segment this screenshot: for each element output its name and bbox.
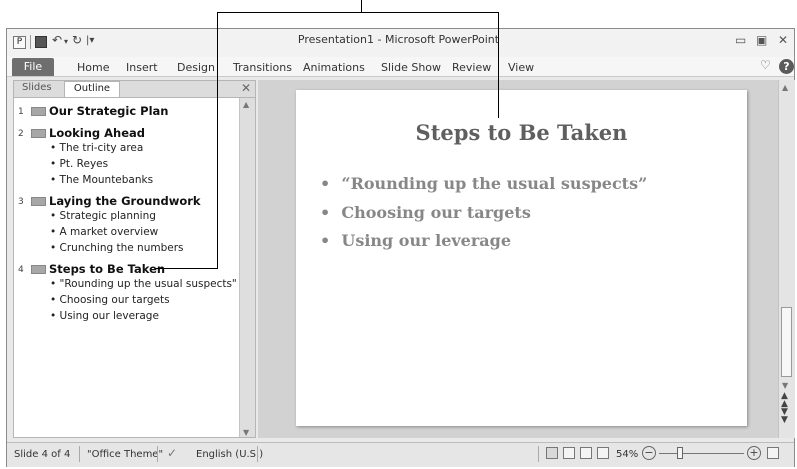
outline-bullet[interactable]: • The Mountebanks <box>50 174 153 186</box>
outline-bullet-text: "Rounding up the usual suspects" <box>59 278 237 290</box>
tab-home[interactable]: Home <box>77 61 109 74</box>
outline-bullet-text: Pt. Reyes <box>59 158 109 170</box>
outline-bullet[interactable]: • Using our leverage <box>50 310 159 322</box>
outline-bullet[interactable]: • Crunching the numbers <box>50 242 184 254</box>
bullet-marker: • <box>320 203 331 222</box>
tab-transitions[interactable]: Transitions <box>233 61 292 74</box>
outline-bullet-text: The Mountebanks <box>59 174 154 186</box>
scroll-down-icon[interactable]: ▼ <box>782 381 788 390</box>
outline-slide-number: 2 <box>18 129 24 139</box>
status-separator <box>538 446 539 462</box>
theme-name[interactable]: "Office Theme" <box>87 449 163 460</box>
slide-bullet-text: Choosing our targets <box>341 203 531 222</box>
outline-slide-title[interactable]: Looking Ahead <box>49 126 145 140</box>
zoom-in-icon[interactable]: + <box>747 446 761 460</box>
outline-slide-title[interactable]: Our Strategic Plan <box>49 104 168 118</box>
spell-check-icon[interactable]: ✓ <box>167 446 177 460</box>
slide-bullet[interactable]: • “Rounding up the usual suspects” <box>320 174 647 193</box>
slide-icon[interactable] <box>31 129 46 138</box>
outline-slide-number: 3 <box>18 197 24 207</box>
zoom-slider-thumb[interactable] <box>677 447 683 459</box>
outline-bullet[interactable]: • Pt. Reyes <box>50 158 108 170</box>
tab-review[interactable]: Review <box>452 61 491 74</box>
bullet-marker: • <box>320 231 331 250</box>
slide-show-icon[interactable] <box>597 447 609 459</box>
tab-design[interactable]: Design <box>177 61 215 74</box>
outline-bullet[interactable]: • A market overview <box>50 226 158 238</box>
next-slide-icon[interactable]: ▼ ▼ <box>781 408 788 425</box>
tab-slides[interactable]: Slides <box>22 82 52 93</box>
minimize-ribbon-icon[interactable]: ♡ <box>760 58 771 72</box>
tab-file[interactable]: File <box>12 58 54 76</box>
slide-indicator[interactable]: Slide 4 of 4 <box>14 449 70 460</box>
callout-line <box>156 268 218 269</box>
outline-bullet[interactable]: • Choosing our targets <box>50 294 170 306</box>
scroll-down-icon[interactable]: ▼ <box>243 428 249 437</box>
outline-bullet-text: Using our leverage <box>59 310 159 322</box>
callout-line <box>217 12 499 13</box>
bullet-marker: • <box>320 174 331 193</box>
outline-bullet[interactable]: • The tri-city area <box>50 142 143 154</box>
tab-view[interactable]: View <box>508 61 534 74</box>
outline-slide-number: 4 <box>18 265 24 275</box>
slide-icon[interactable] <box>31 265 46 274</box>
fit-to-window-icon[interactable] <box>767 447 779 459</box>
close-button[interactable]: ✕ <box>778 33 788 47</box>
callout-line <box>498 12 499 118</box>
slide-icon[interactable] <box>31 197 46 206</box>
scroll-up-icon[interactable]: ▲ <box>243 100 249 109</box>
callout-line <box>361 0 362 12</box>
slide-title[interactable]: Steps to Be Taken <box>296 120 747 145</box>
slide-bullet[interactable]: • Using our leverage <box>320 231 511 250</box>
tab-outline[interactable]: Outline <box>64 81 120 97</box>
tab-slide-show[interactable]: Slide Show <box>381 61 441 74</box>
tab-insert[interactable]: Insert <box>126 61 158 74</box>
slide-bullet-text: Using our leverage <box>341 231 512 250</box>
tab-animations[interactable]: Animations <box>303 61 365 74</box>
zoom-level[interactable]: 54% <box>616 449 638 460</box>
slide-bullet-text: “Rounding up the usual suspects” <box>341 174 648 193</box>
status-separator <box>157 446 158 462</box>
reading-view-icon[interactable] <box>580 447 592 459</box>
zoom-slider-track[interactable] <box>659 453 744 454</box>
slide-sorter-icon[interactable] <box>563 447 575 459</box>
window-title: Presentation1 - Microsoft PowerPoint <box>297 33 500 46</box>
close-pane-icon[interactable]: ✕ <box>241 81 251 95</box>
outline-slide-title[interactable]: Laying the Groundwork <box>49 194 201 208</box>
zoom-out-icon[interactable]: − <box>642 446 656 460</box>
outline-bullet-text: The tri-city area <box>59 142 144 154</box>
slide-icon[interactable] <box>31 107 46 116</box>
language-indicator[interactable]: English (U.S.) <box>196 449 263 460</box>
outline-bullet-text: A market overview <box>59 226 159 238</box>
outline-bullet-text: Strategic planning <box>59 210 156 222</box>
outline-scrollbar[interactable] <box>239 98 255 437</box>
outline-bullet-text: Choosing our targets <box>59 294 170 306</box>
minimize-button[interactable]: ▭ <box>735 33 746 47</box>
scroll-up-icon[interactable]: ▲ <box>782 83 788 92</box>
help-icon[interactable]: ? <box>779 59 794 74</box>
previous-slide-icon[interactable]: ▲ ▲ <box>781 392 788 409</box>
callout-line <box>217 12 218 268</box>
status-separator <box>257 446 258 462</box>
outline-slide-number: 1 <box>18 107 24 117</box>
outline-slide-title[interactable]: Steps to Be Taken <box>49 262 165 276</box>
slide-bullet[interactable]: • Choosing our targets <box>320 203 531 222</box>
outline-bullet-text: Crunching the numbers <box>59 242 184 254</box>
scroll-thumb[interactable] <box>781 307 792 377</box>
status-separator <box>79 446 80 462</box>
normal-view-icon[interactable] <box>546 447 558 459</box>
outline-bullet[interactable]: • Strategic planning <box>50 210 156 222</box>
maximize-button[interactable]: ▣ <box>756 33 767 47</box>
outline-bullet[interactable]: • "Rounding up the usual suspects" <box>50 278 237 290</box>
